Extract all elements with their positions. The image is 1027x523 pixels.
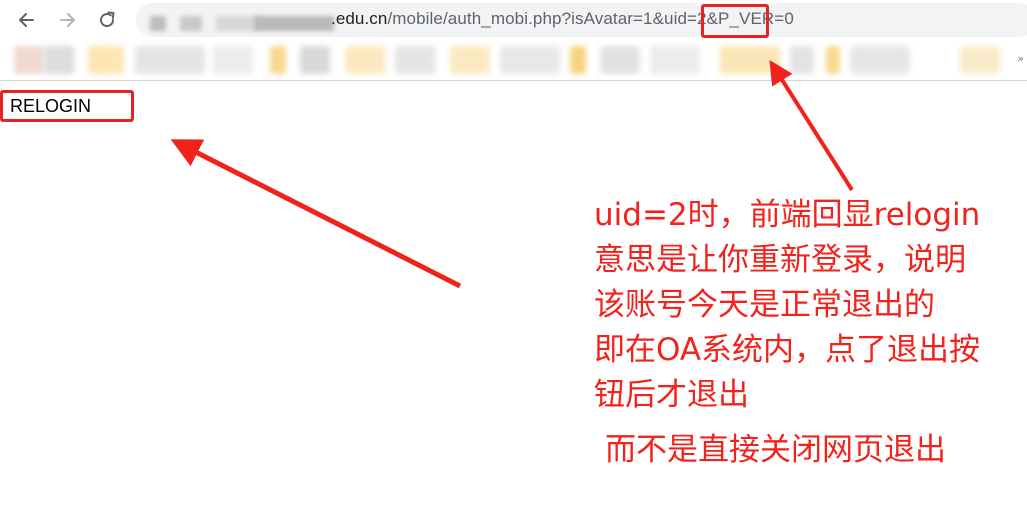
annotation-note-extra: 而不是直接关闭网页退出 [605,432,946,468]
arrow-to-relogin [170,139,462,289]
browser-window: .edu.cn/mobile/auth_mobi.php?isAvatar=1&… [0,0,1027,523]
annotation-line: 即在OA系统内，点了退出按 [594,332,981,368]
annotation-note: uid=2时，前端回显relogin 意思是让你重新登录，说明 该账号今天是正常… [594,193,980,418]
arrow-to-uid [769,59,854,192]
annotation-line: 该账号今天是正常退出的 [594,287,935,323]
annotation-line: 钮后才退出 [594,377,749,413]
annotation-line: uid=2时，前端回显relogin [594,197,981,233]
annotation-line: 意思是让你重新登录，说明 [594,242,966,278]
